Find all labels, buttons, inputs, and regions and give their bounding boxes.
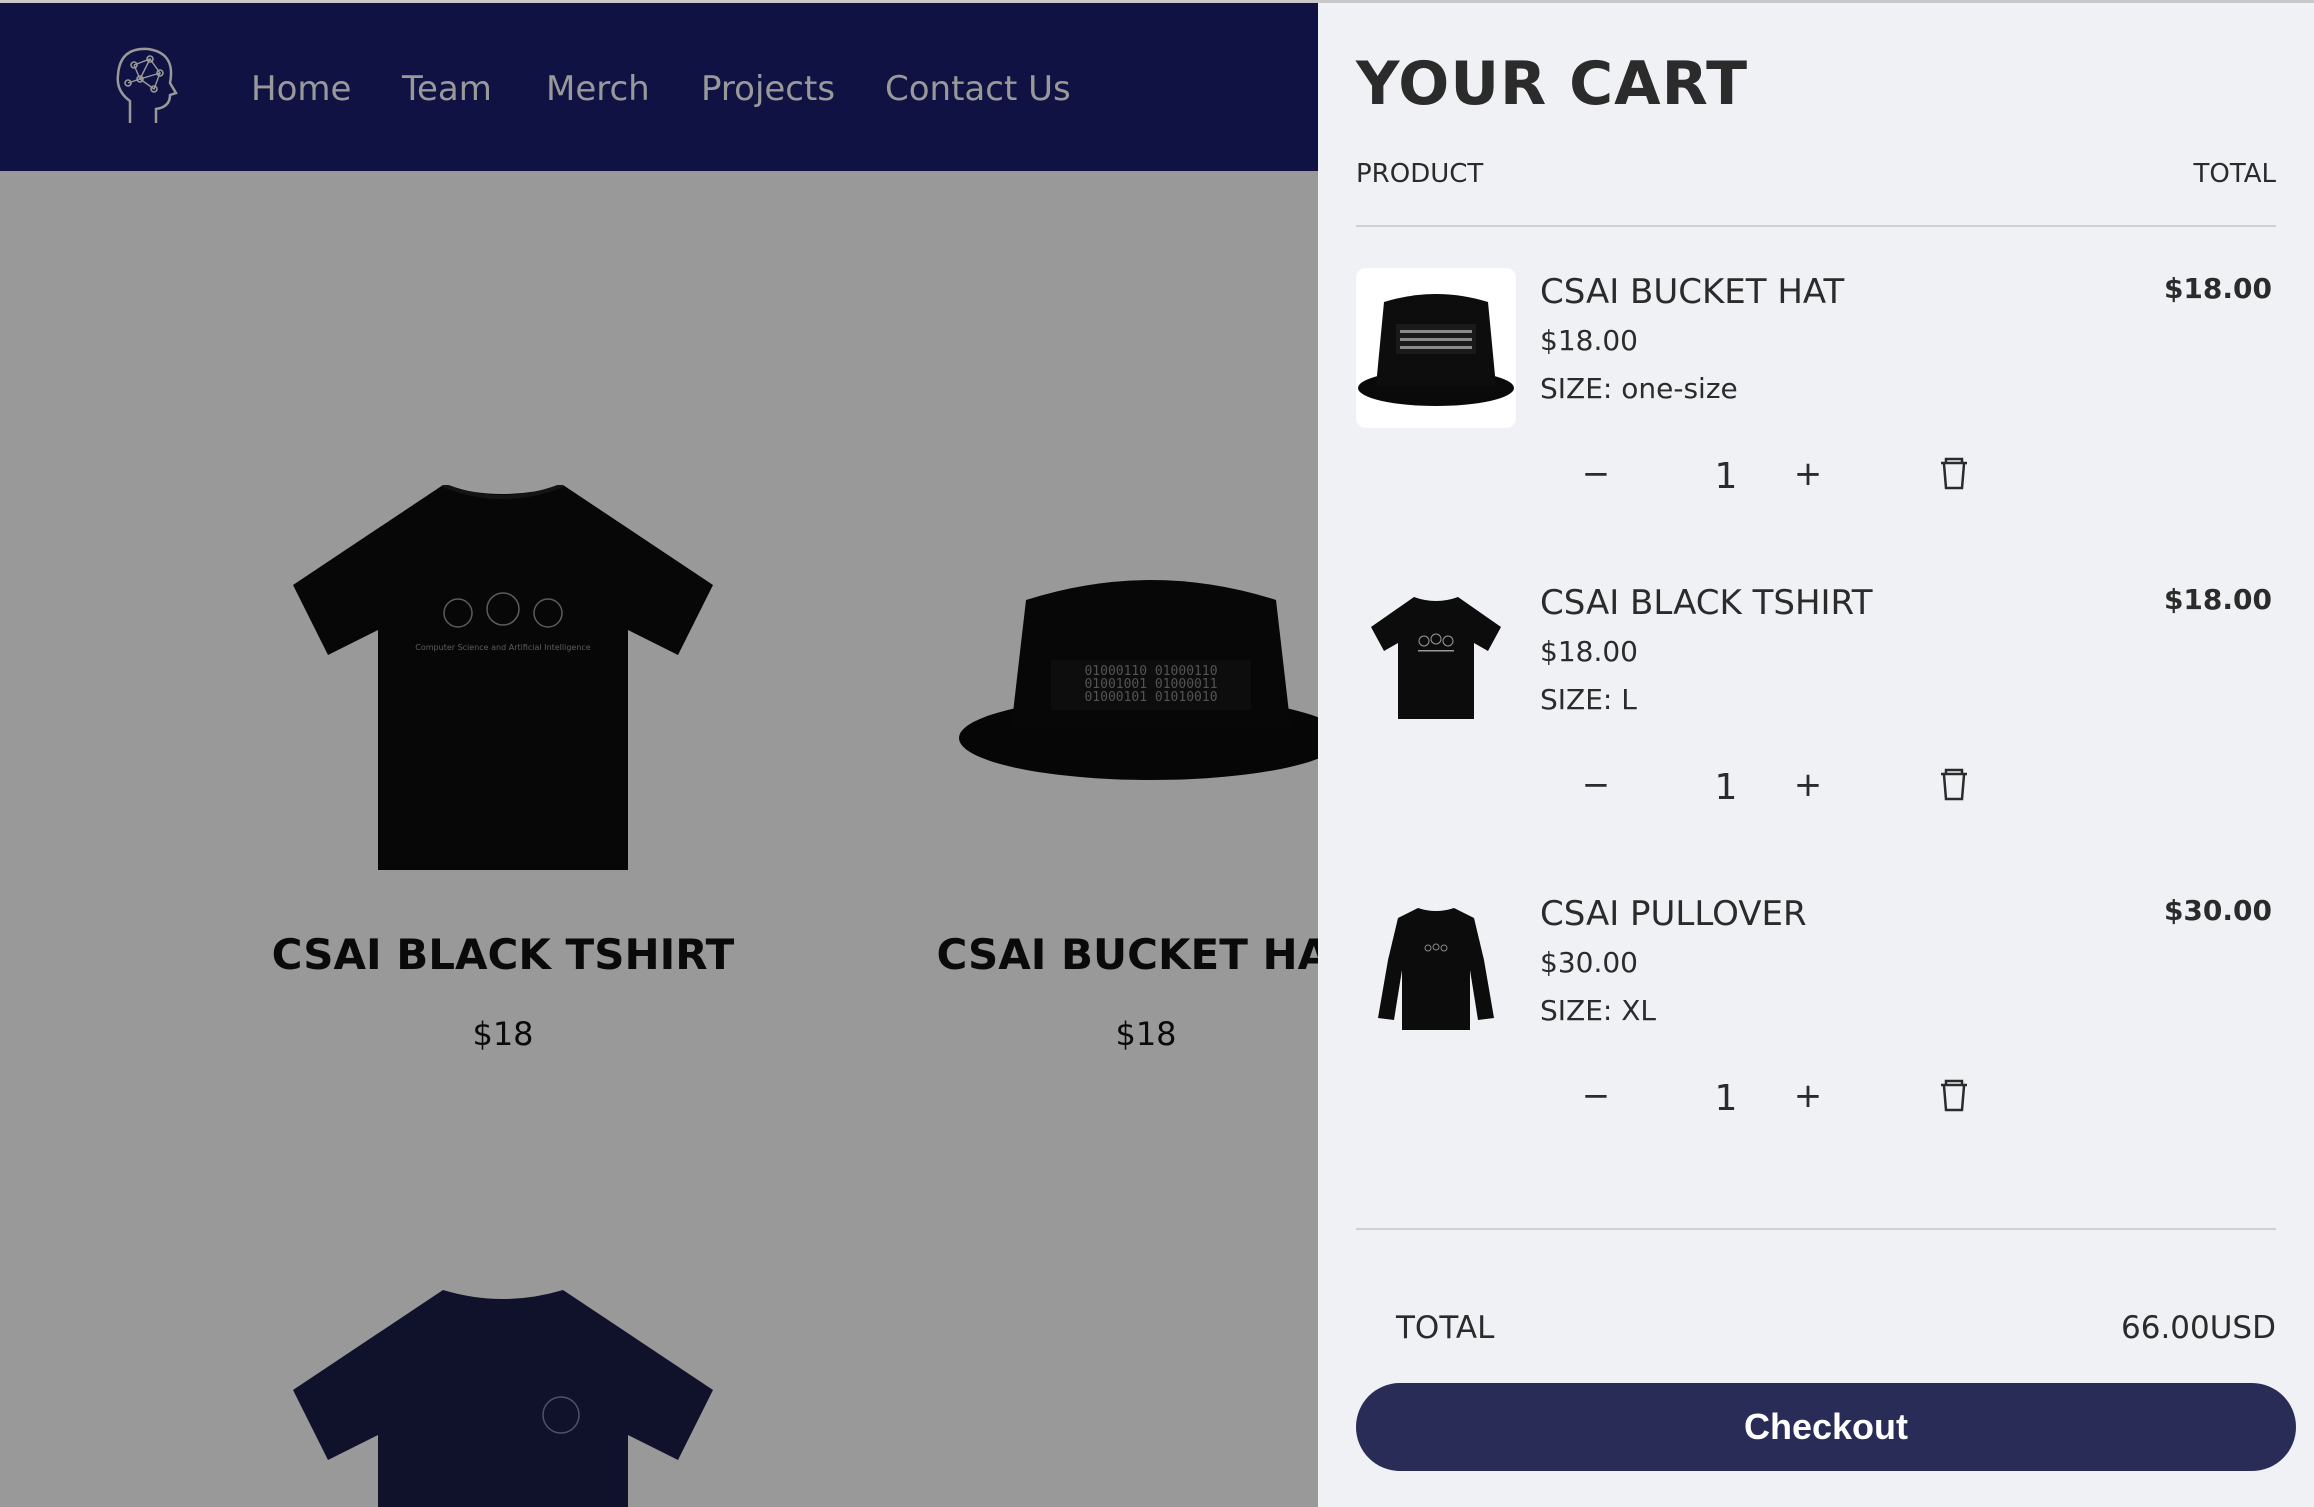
header-divider: [1356, 225, 2276, 227]
cart-title: YOUR CART: [1356, 49, 1749, 119]
decrease-quantity-button[interactable]: −: [1574, 1074, 1618, 1118]
trash-icon[interactable]: [1934, 765, 1974, 805]
item-name: CSAI BUCKET HAT: [1540, 272, 1845, 312]
quantity-value: 1: [1714, 456, 1738, 497]
cart-item: CSAI BLACK TSHIRT $18.00 SIZE: L $18.00 …: [1356, 579, 2276, 879]
pullover-thumb: [1356, 890, 1516, 1050]
item-price: $18.00: [1540, 324, 1638, 357]
cart-item: CSAI BUCKET HAT $18.00 SIZE: one-size $1…: [1356, 268, 2276, 568]
item-price: $18.00: [1540, 635, 1638, 668]
trash-icon[interactable]: [1934, 454, 1974, 494]
item-size: SIZE: XL: [1540, 994, 1657, 1027]
item-name: CSAI PULLOVER: [1540, 894, 1807, 934]
item-name: CSAI BLACK TSHIRT: [1540, 583, 1873, 623]
decrease-quantity-button[interactable]: −: [1574, 763, 1618, 807]
column-header-product: PRODUCT: [1356, 159, 1484, 189]
cart-drawer: YOUR CART PRODUCT TOTAL CSAI BUCKET HAT …: [1318, 3, 2314, 1507]
column-header-total: TOTAL: [2193, 159, 2276, 189]
total-value: 66.00USD: [2121, 1310, 2276, 1346]
footer-divider: [1356, 1228, 2276, 1230]
increase-quantity-button[interactable]: +: [1786, 763, 1830, 807]
item-size: SIZE: L: [1540, 683, 1637, 716]
black-tshirt-thumb: [1356, 579, 1516, 739]
decrease-quantity-button[interactable]: −: [1574, 452, 1618, 496]
page-dim-overlay[interactable]: [0, 3, 1318, 1507]
quantity-value: 1: [1714, 1078, 1738, 1119]
item-line-total: $18.00: [2163, 583, 2272, 616]
increase-quantity-button[interactable]: +: [1786, 452, 1830, 496]
item-line-total: $18.00: [2163, 272, 2272, 305]
bucket-hat-thumb: [1356, 268, 1516, 428]
checkout-button[interactable]: Checkout: [1356, 1383, 2296, 1471]
trash-icon[interactable]: [1934, 1076, 1974, 1116]
item-size: SIZE: one-size: [1540, 372, 1738, 405]
total-label: TOTAL: [1396, 1310, 1495, 1346]
item-line-total: $30.00: [2163, 894, 2272, 927]
quantity-value: 1: [1714, 767, 1738, 808]
increase-quantity-button[interactable]: +: [1786, 1074, 1830, 1118]
item-price: $30.00: [1540, 946, 1638, 979]
cart-item: CSAI PULLOVER $30.00 SIZE: XL $30.00 − 1…: [1356, 890, 2276, 1190]
